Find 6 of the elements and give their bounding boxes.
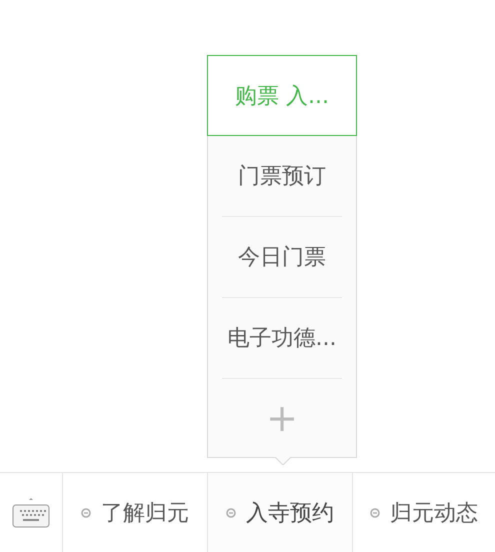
submenu-dot-icon xyxy=(370,508,380,518)
submenu-item[interactable]: 今日门票 xyxy=(222,217,342,298)
submenu-item[interactable]: 门票预订 xyxy=(222,136,342,217)
submenu-dot-icon xyxy=(226,508,236,518)
submenu-item[interactable]: 电子功德... xyxy=(222,298,342,379)
submenu-dot-icon xyxy=(81,508,91,518)
